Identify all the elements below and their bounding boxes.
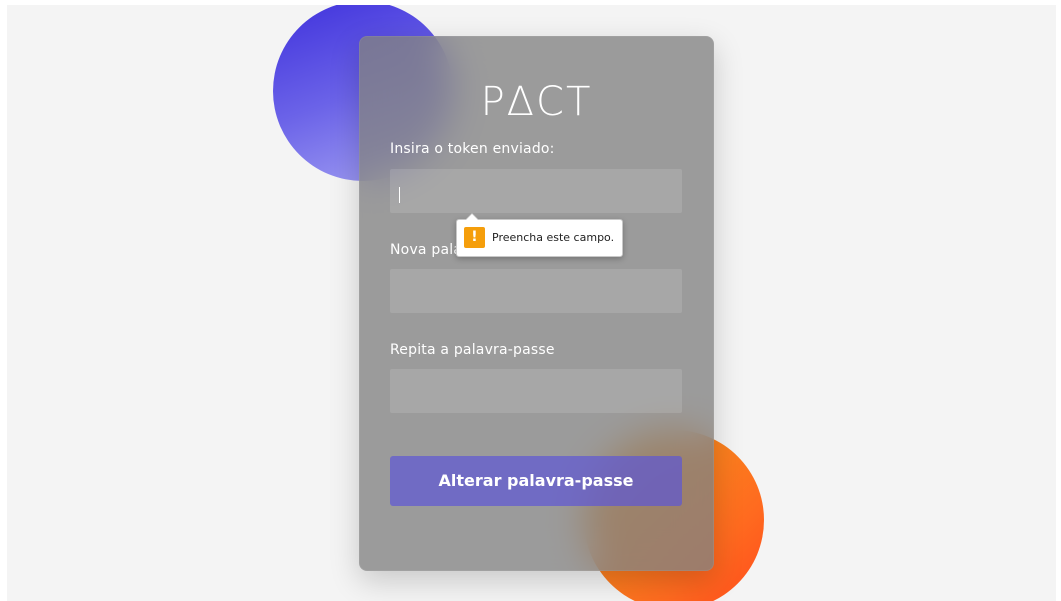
repeat-password-input[interactable] (390, 369, 682, 413)
text-caret (399, 187, 400, 203)
validation-tooltip: ! Preencha este campo. (456, 213, 623, 257)
change-password-button[interactable]: Alterar palavra-passe (390, 456, 682, 506)
reset-password-card: PΔCT Insira o token enviado: Nova palavr… (359, 36, 714, 571)
new-password-input[interactable] (390, 269, 682, 313)
warning-icon: ! (464, 227, 485, 248)
validation-message: Preencha este campo. (492, 231, 615, 244)
token-input[interactable] (390, 169, 682, 213)
repeat-password-label: Repita a palavra-passe (390, 342, 555, 358)
page-viewport: PΔCT Insira o token enviado: Nova palavr… (7, 5, 1056, 601)
pact-logo: PΔCT (480, 79, 593, 125)
token-label: Insira o token enviado: (390, 141, 555, 157)
